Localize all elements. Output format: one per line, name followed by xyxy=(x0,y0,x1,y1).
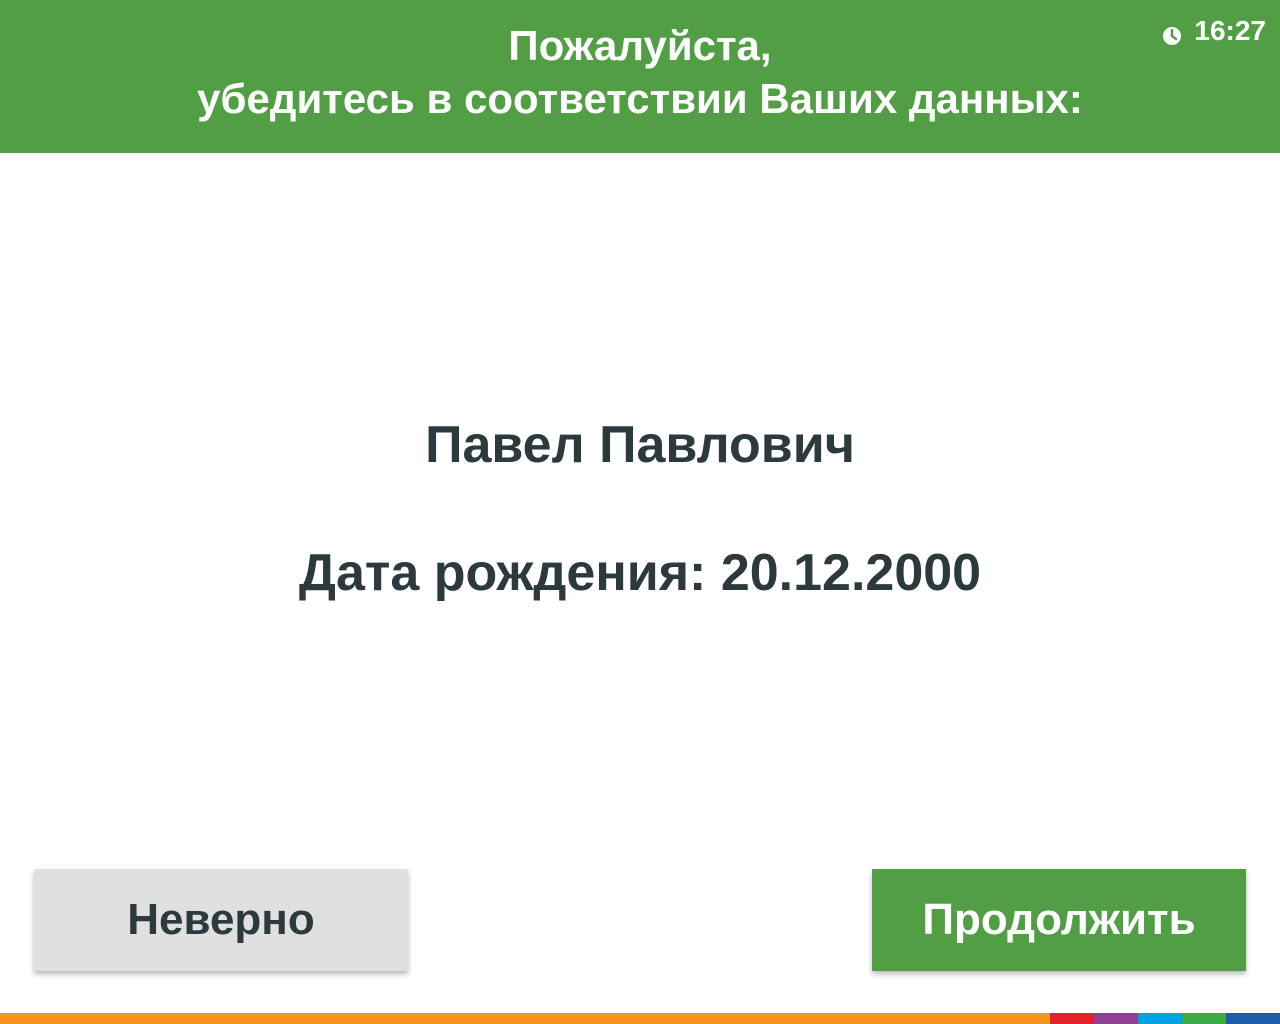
continue-button[interactable]: Продолжить xyxy=(872,869,1246,971)
brand-stripe xyxy=(0,1013,1280,1024)
wrong-button[interactable]: Неверно xyxy=(34,869,408,971)
brand-stripe-cyan xyxy=(1138,1013,1182,1024)
header-bar: Пожалуйста, убедитесь в соответствии Ваш… xyxy=(0,0,1280,153)
page-title-line-1: Пожалуйста, xyxy=(508,22,772,69)
clock-icon xyxy=(1162,21,1182,45)
brand-stripe-orange xyxy=(0,1013,1050,1024)
user-full-name: Павел Павлович xyxy=(425,416,855,474)
user-birth-date: Дата рождения: 20.12.2000 xyxy=(298,544,982,602)
clock: 16:27 xyxy=(1162,14,1266,48)
brand-stripe-blue xyxy=(1226,1013,1280,1024)
wrong-button-label: Неверно xyxy=(127,895,315,944)
confirm-data-screen: Пожалуйста, убедитесь в соответствии Ваш… xyxy=(0,0,1280,1024)
brand-stripe-green xyxy=(1182,1013,1226,1024)
clock-time: 16:27 xyxy=(1194,15,1266,46)
brand-stripe-red xyxy=(1050,1013,1094,1024)
brand-stripe-purple xyxy=(1094,1013,1138,1024)
page-title-line-2: убедитесь в соответствии Ваших данных: xyxy=(197,75,1083,122)
continue-button-label: Продолжить xyxy=(922,895,1196,944)
